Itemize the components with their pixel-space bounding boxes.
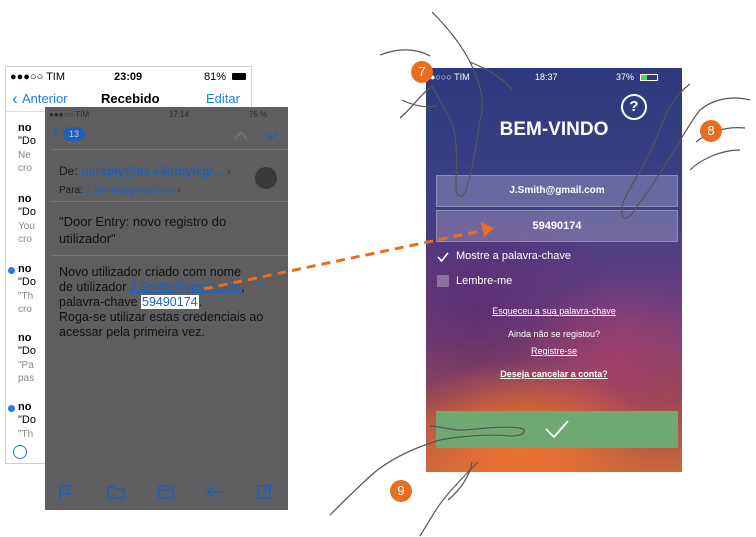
annotation-layer	[203, 11, 751, 537]
step-badge: 8	[700, 120, 722, 142]
arrow-head-icon	[481, 222, 494, 237]
step-badge: 7	[411, 61, 433, 83]
hand-icon-tapping-confirm	[329, 425, 525, 537]
dashed-arrow-line	[203, 228, 486, 291]
step-badge: 9	[390, 480, 412, 502]
hand-icon-pointing-email	[379, 11, 513, 197]
hand-icon-pointing-password	[621, 83, 751, 219]
